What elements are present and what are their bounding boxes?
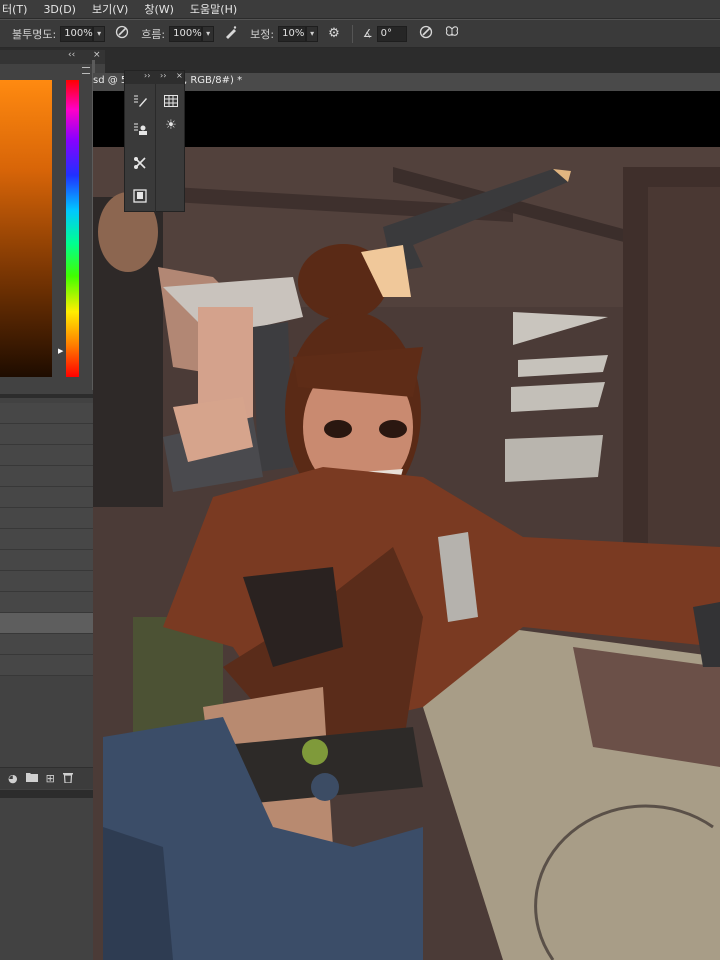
panel-gap bbox=[0, 48, 720, 73]
smoothing-dropdown[interactable]: ▾ bbox=[306, 25, 319, 42]
expand-icon-2[interactable]: ›› bbox=[160, 71, 166, 80]
canvas-pasteboard bbox=[93, 91, 720, 147]
panel-menu-icon[interactable] bbox=[82, 67, 90, 74]
close-icon[interactable]: × bbox=[176, 71, 183, 80]
panel-divider-2 bbox=[0, 790, 105, 798]
menu-window[interactable]: 창(W) bbox=[144, 1, 174, 17]
pressure-opacity-icon[interactable] bbox=[115, 25, 129, 43]
pressure-size-icon[interactable] bbox=[419, 25, 433, 43]
layer-row[interactable] bbox=[0, 403, 94, 424]
menu-3d[interactable]: 3D(D) bbox=[43, 3, 76, 16]
layer-row[interactable] bbox=[0, 550, 94, 571]
close-icon[interactable]: × bbox=[93, 50, 101, 60]
menu-bar: 터(T) 3D(D) 보기(V) 창(W) 도움말(H) bbox=[0, 0, 720, 19]
layer-row[interactable] bbox=[0, 487, 94, 508]
options-separator bbox=[351, 24, 353, 43]
brush-tool-icon[interactable] bbox=[128, 89, 152, 113]
flow-label: 흐름: bbox=[141, 27, 166, 41]
angle-field[interactable]: 0° bbox=[376, 25, 407, 42]
tools-panel-header: ›› ›› × bbox=[125, 71, 184, 84]
layer-row[interactable] bbox=[0, 424, 94, 445]
folder-icon[interactable] bbox=[25, 772, 38, 785]
layer-row[interactable] bbox=[0, 529, 94, 550]
color-panel-header: ‹‹ × bbox=[0, 50, 105, 64]
clone-stamp-icon[interactable] bbox=[128, 117, 152, 141]
document-tab-mode[interactable]: , RGB/8#) * bbox=[184, 75, 242, 86]
notes-icon[interactable] bbox=[128, 184, 152, 208]
tool-presets-icon[interactable] bbox=[128, 151, 152, 175]
layer-row[interactable] bbox=[0, 445, 94, 466]
collapse-icon[interactable]: ‹‹ bbox=[68, 50, 75, 60]
airbrush-icon[interactable] bbox=[224, 25, 238, 43]
opacity-dropdown[interactable]: ▾ bbox=[93, 25, 106, 42]
angle-icon: ∡ bbox=[362, 27, 373, 40]
layer-row[interactable] bbox=[0, 466, 94, 487]
flow-dropdown[interactable]: ▾ bbox=[202, 25, 215, 42]
trash-icon[interactable] bbox=[62, 772, 73, 786]
sun-adjust-icon[interactable]: ☀ bbox=[159, 113, 183, 137]
floating-tools-panel: ›› ›› × ☀ bbox=[124, 70, 185, 212]
canvas-artwork[interactable] bbox=[93, 147, 720, 960]
grid-table-icon[interactable] bbox=[159, 89, 183, 113]
menu-view[interactable]: 보기(V) bbox=[92, 1, 128, 17]
layer-row[interactable] bbox=[0, 508, 94, 529]
layers-list bbox=[0, 403, 94, 763]
flow-field[interactable]: 100% bbox=[169, 25, 203, 42]
lower-panel bbox=[0, 798, 105, 960]
document-tab-bar: sd @ 58 , RGB/8#) * bbox=[93, 73, 720, 92]
left-panel-dock: ‹‹ × ▶ × ◕ ⊞ bbox=[0, 50, 105, 960]
layer-row[interactable] bbox=[0, 655, 94, 676]
layer-row[interactable] bbox=[0, 571, 94, 592]
symmetry-butterfly-icon[interactable] bbox=[445, 25, 459, 43]
opacity-field[interactable]: 100% bbox=[60, 25, 94, 42]
menu-help[interactable]: 도움말(H) bbox=[190, 1, 237, 17]
new-layer-icon[interactable]: ⊞ bbox=[46, 772, 55, 785]
layers-footer: ◕ ⊞ bbox=[0, 767, 105, 789]
layer-row[interactable] bbox=[0, 634, 94, 655]
panel-divider bbox=[0, 394, 105, 398]
color-picker-field[interactable] bbox=[0, 80, 52, 377]
expand-icon[interactable]: ›› bbox=[144, 71, 150, 80]
opacity-label: 불투명도: bbox=[12, 27, 57, 41]
settings-gear-icon[interactable]: ⚙ bbox=[328, 26, 340, 41]
hue-slider[interactable] bbox=[66, 80, 79, 377]
layer-row[interactable] bbox=[0, 592, 94, 613]
new-group-icon[interactable]: ◕ bbox=[8, 772, 18, 785]
options-bar: 불투명도: 100% ▾ 흐름: 100% ▾ 보정: 10% ▾ ⚙ ∡ 0° bbox=[0, 20, 720, 48]
menu-filter[interactable]: 터(T) bbox=[2, 1, 27, 17]
layer-row[interactable] bbox=[0, 613, 94, 634]
smoothing-field[interactable]: 10% bbox=[278, 25, 307, 42]
painting-illustration bbox=[93, 147, 720, 960]
smoothing-label: 보정: bbox=[250, 27, 275, 41]
hue-slider-handle[interactable]: ▶ bbox=[58, 347, 63, 355]
